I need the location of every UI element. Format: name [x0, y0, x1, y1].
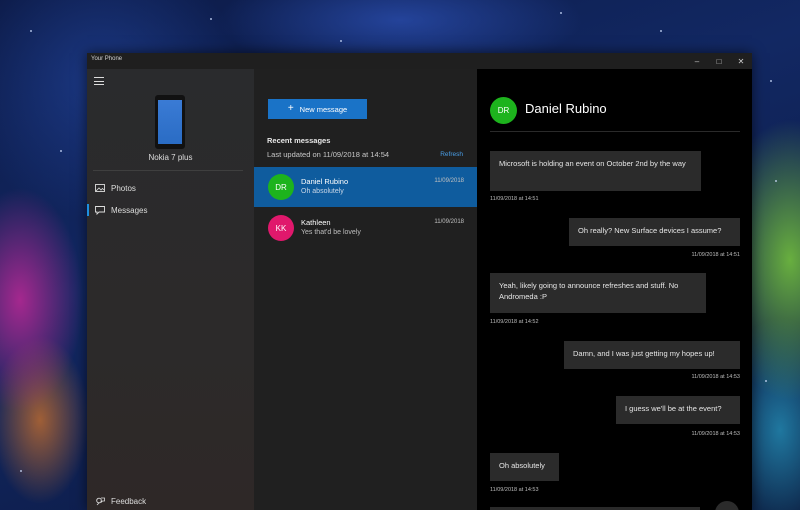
last-updated-text: Last updated on 11/09/2018 at 14:54 [267, 150, 390, 159]
feedback-icon [96, 497, 105, 506]
minimize-button[interactable]: – [686, 53, 708, 69]
message-bubble-received[interactable]: Microsoft is holding an event on October… [490, 151, 701, 191]
recent-messages-heading: Recent messages [267, 136, 331, 145]
thread-preview: Oh absolutely [301, 188, 344, 195]
avatar: DR [268, 174, 294, 200]
plus-icon: + [287, 103, 294, 114]
maximize-icon: □ [716, 56, 722, 66]
nav-item-label: Messages [111, 206, 148, 215]
nav-pane: Nokia 7 plus Photos Messages Feedback [87, 69, 254, 510]
nav-item-photos[interactable]: Photos [87, 178, 254, 198]
photo-icon [95, 184, 105, 192]
new-message-button[interactable]: + New message [268, 99, 367, 119]
minimize-icon: – [694, 56, 700, 66]
maximize-button[interactable]: □ [708, 53, 730, 69]
thread-item-kathleen[interactable]: KK Kathleen Yes that'd be lovely 11/09/2… [254, 208, 477, 248]
selection-indicator [87, 204, 89, 216]
message-timestamp: 11/09/2018 at 14:53 [490, 487, 539, 493]
new-message-label: New message [299, 104, 348, 114]
thread-date: 11/09/2018 [434, 178, 464, 184]
message-list-pane: + New message Recent messages Last updat… [254, 69, 477, 510]
hamburger-menu-icon[interactable] [94, 77, 104, 85]
your-phone-window: Your Phone – □ ✕ Nokia 7 plus Photos Mes… [87, 53, 752, 510]
nav-item-messages[interactable]: Messages [87, 200, 254, 220]
message-timestamp: 11/09/2018 at 14:52 [490, 319, 539, 325]
nav-divider [93, 170, 243, 171]
message-bubble-sent[interactable]: Oh really? New Surface devices I assume? [569, 218, 740, 246]
feedback-button[interactable]: Feedback [87, 494, 254, 510]
message-bubble-received[interactable]: Yeah, likely going to announce refreshes… [490, 273, 706, 313]
message-bubble-sent[interactable]: I guess we'll be at the event? [616, 396, 740, 424]
conversation-pane: DR Daniel Rubino Microsoft is holding an… [477, 69, 752, 510]
close-icon: ✕ [737, 56, 745, 66]
close-button[interactable]: ✕ [730, 53, 752, 69]
thread-date: 11/09/2018 [434, 219, 464, 225]
message-timestamp: 11/09/2018 at 14:53 [691, 374, 740, 380]
window-controls: – □ ✕ [686, 53, 752, 69]
device-name: Nokia 7 plus [148, 153, 193, 162]
contact-name: Daniel Rubino [525, 101, 607, 116]
refresh-link[interactable]: Refresh [440, 151, 463, 158]
nav-item-label: Photos [111, 184, 136, 193]
message-icon [95, 206, 105, 215]
thread-item-daniel-rubino[interactable]: DR Daniel Rubino Oh absolutely 11/09/201… [254, 167, 477, 207]
feedback-label: Feedback [111, 497, 147, 506]
avatar: KK [268, 215, 294, 241]
message-bubble-sent[interactable]: Damn, and I was just getting my hopes up… [564, 341, 740, 369]
thread-preview: Yes that'd be lovely [301, 229, 361, 236]
message-timestamp: 11/09/2018 at 14:51 [691, 252, 740, 258]
phone-icon [155, 95, 185, 149]
window-title: Your Phone [91, 56, 123, 62]
send-button[interactable] [715, 501, 739, 510]
contact-avatar: DR [490, 97, 517, 124]
message-timestamp: 11/09/2018 at 14:53 [691, 431, 740, 437]
thread-name: Kathleen [301, 218, 331, 227]
title-bar[interactable]: Your Phone – □ ✕ [87, 53, 752, 69]
thread-name: Daniel Rubino [301, 177, 349, 186]
header-divider [490, 131, 740, 132]
message-timestamp: 11/09/2018 at 14:51 [490, 196, 539, 202]
message-bubble-received[interactable]: Oh absolutely [490, 453, 559, 481]
